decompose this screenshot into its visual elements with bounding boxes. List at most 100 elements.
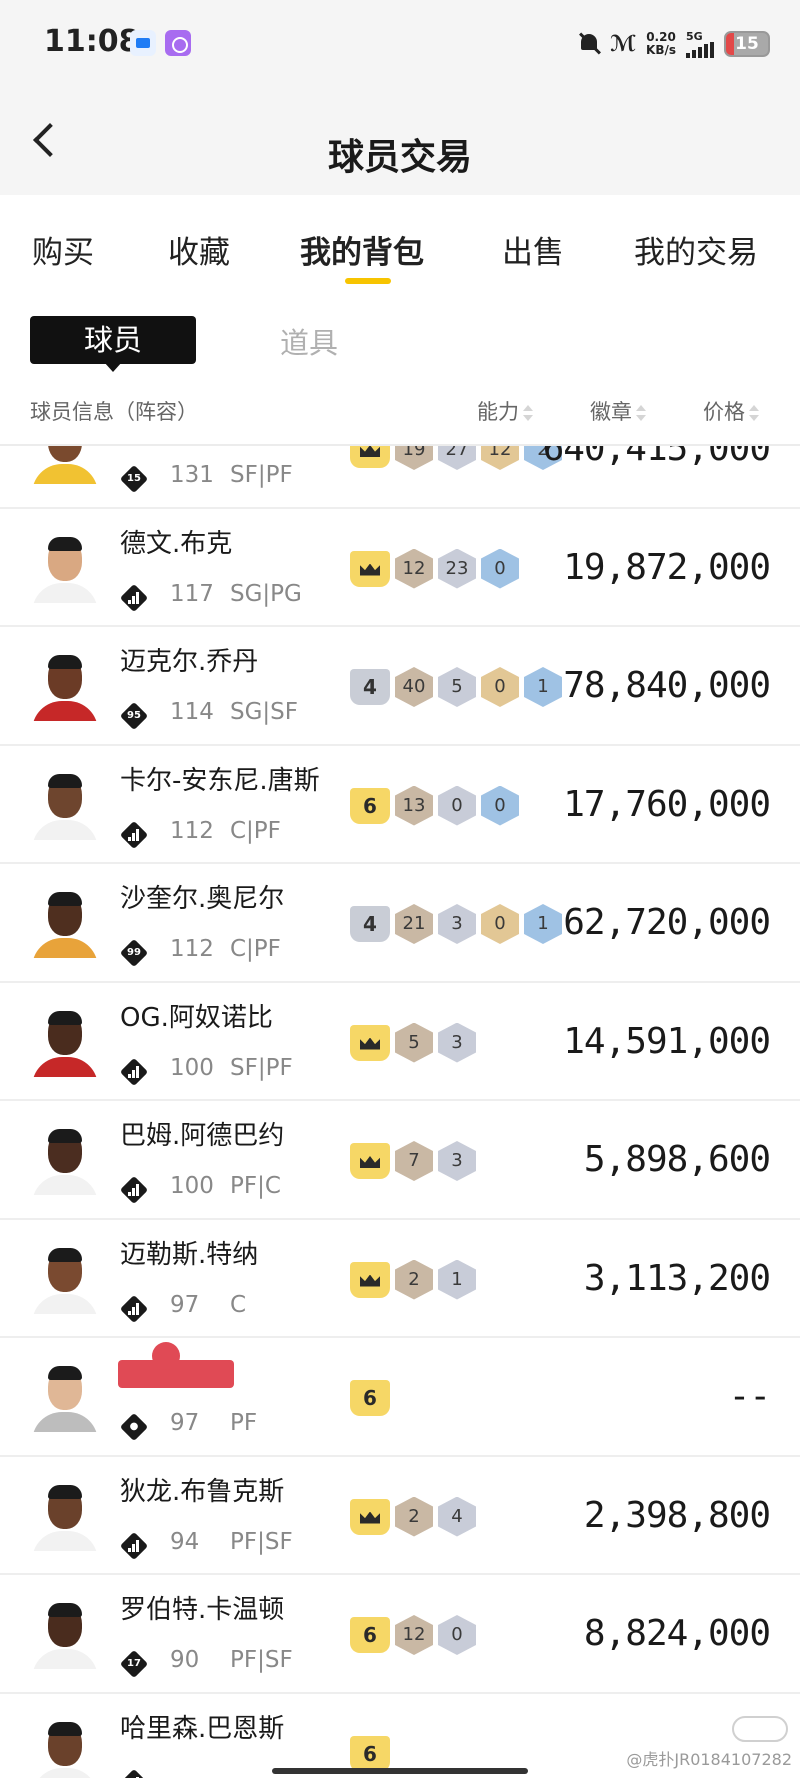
watermark: @虎扑JR0184107282 — [626, 1750, 792, 1769]
level-shield: 6 — [350, 1735, 390, 1772]
player-position: C — [230, 1291, 247, 1318]
player-row[interactable]: 德文.布克 117 SG|PG 12 23 0 19,872,000 — [0, 509, 800, 627]
player-row[interactable]: 迈克尔.乔丹 95 114 SG|SF 4 40 5 0 1 78,840,000 — [0, 627, 800, 746]
status-bar: 11:08 ℳ 0.20 KB/s 5G 15 — [0, 22, 800, 66]
badge-group: 6 12 0 — [350, 1615, 476, 1655]
app-notification-icon-2 — [165, 30, 191, 56]
player-list[interactable]: 勒布朗.詹姆斯 15 131 SF|PF 1927122 640,415,000… — [0, 446, 800, 1778]
player-name: OG.阿奴诺比 — [120, 1002, 273, 1033]
column-badges[interactable]: 徽章 — [590, 396, 646, 426]
tier-diamond-icon — [119, 1294, 149, 1323]
player-row[interactable]: 巴姆.阿德巴约 100 PF|C 73 5,898,600 — [0, 1101, 800, 1220]
tier-diamond-icon: 17 — [119, 1649, 149, 1679]
player-avatar — [30, 651, 100, 721]
player-avatar — [30, 1125, 100, 1195]
player-rating: 100 — [170, 1054, 214, 1081]
player-avatar — [30, 533, 100, 603]
column-price-label: 价格 — [703, 400, 745, 424]
player-rating: 90 — [170, 1647, 200, 1673]
player-price: 17,760,000 — [563, 783, 771, 825]
status-time: 11:08 — [44, 24, 140, 59]
badge-group: 21 — [350, 1259, 476, 1300]
player-row[interactable]: 沙奎尔.奥尼尔 99 112 C|PF 4 21 3 0 1 62,720,000 — [0, 864, 800, 983]
badge-hex-icon: 0 — [438, 785, 476, 826]
column-ability[interactable]: 能力 — [477, 396, 533, 426]
badge-hex-icon: 40 — [395, 667, 433, 707]
badge-hex-icon: 3 — [438, 904, 476, 944]
active-tab-indicator — [345, 278, 391, 284]
player-position: SG|PG — [230, 580, 302, 607]
player-position: PF|C — [230, 1173, 281, 1199]
player-row[interactable]: 勒布朗.詹姆斯 15 131 SF|PF 1927122 640,415,000 — [0, 446, 800, 509]
player-name: 德文.布克 — [120, 528, 233, 559]
app-notification-icon — [130, 30, 156, 56]
player-row[interactable]: 迈勒斯.特纳 97 C 21 3,113,200 — [0, 1220, 800, 1338]
crown-shield-icon — [350, 1261, 390, 1298]
player-price: 8,824,000 — [583, 1613, 771, 1654]
badge-hex-icon: 0 — [481, 548, 519, 589]
player-row[interactable]: ● 97 PF 6 -- — [0, 1338, 800, 1457]
home-indicator[interactable] — [272, 1768, 528, 1774]
player-position: C|PF — [230, 817, 281, 844]
badge-hex-icon: 1 — [524, 904, 562, 944]
badge-hex-icon: 5 — [438, 667, 476, 707]
column-player-info: 球员信息（阵容） — [30, 400, 198, 424]
crown-shield-icon — [350, 550, 390, 587]
badge-hex-icon: 12 — [481, 446, 519, 470]
tab-sell[interactable]: 出售 — [502, 227, 564, 272]
player-name: 巴姆.阿德巴约 — [120, 1121, 285, 1151]
badge-hex-icon: 2 — [395, 1496, 433, 1537]
tier-diamond-icon: ● — [119, 1412, 149, 1442]
player-avatar — [30, 1007, 100, 1077]
player-rating: 117 — [170, 580, 214, 607]
player-row[interactable]: 罗伯特.卡温顿 17 90 PF|SF 6 12 0 8,824,000 — [0, 1575, 800, 1694]
signal-bars-icon — [686, 41, 714, 58]
crown-shield-icon — [350, 1498, 390, 1535]
player-price: 62,720,000 — [563, 902, 771, 943]
badge-hex-icon: 23 — [438, 548, 476, 589]
badge-group: 4 40 5 0 1 — [350, 667, 562, 707]
speed-unit: KB/s — [646, 43, 676, 57]
badge-group: 19 27 12 2 — [350, 446, 562, 470]
level-shield: 4 — [350, 669, 390, 705]
player-row[interactable]: OG.阿奴诺比 100 SF|PF 53 14,591,000 — [0, 983, 800, 1101]
player-rating: 97 — [170, 1291, 200, 1318]
player-position: SF|PF — [230, 462, 293, 488]
player-rating: 112 — [170, 817, 214, 844]
crown-shield-icon — [350, 446, 390, 468]
main-tabs: 购买 收藏 我的背包 出售 我的交易 — [0, 195, 800, 295]
player-name: 哈里森.巴恩斯 — [120, 1713, 285, 1744]
player-price: 19,872,000 — [563, 546, 771, 588]
tier-number: 99 — [127, 947, 141, 958]
redaction-mark — [118, 1342, 234, 1388]
player-rating: 114 — [170, 699, 214, 725]
badge-hex-icon: 7 — [395, 1141, 433, 1181]
battery-level: 15 — [735, 34, 759, 54]
tab-my-backpack[interactable]: 我的背包 — [300, 227, 424, 272]
badge-hex-icon: 4 — [438, 1496, 476, 1537]
column-price[interactable]: 价格 — [703, 396, 759, 426]
badge-group: 6 — [350, 1378, 390, 1418]
player-name: 卡尔-安东尼.唐斯 — [120, 765, 320, 796]
tier-number: 17 — [127, 1658, 141, 1669]
badge-hex-icon: 3 — [438, 1022, 476, 1063]
player-rating: 94 — [170, 1528, 200, 1555]
player-avatar — [30, 1599, 100, 1669]
tab-buy[interactable]: 购买 — [32, 227, 94, 272]
sort-icon — [523, 404, 533, 422]
page-title: 球员交易 — [327, 137, 472, 178]
subtab-items[interactable]: 道具 — [280, 320, 338, 362]
tab-my-trades[interactable]: 我的交易 — [634, 227, 758, 272]
player-position: SG|SF — [230, 699, 299, 725]
tier-diamond-icon: 15 — [119, 464, 149, 494]
tab-favorites[interactable]: 收藏 — [168, 227, 230, 272]
player-name: 沙奎尔.奥尼尔 — [120, 884, 285, 914]
player-avatar — [30, 446, 100, 484]
level-shield: 6 — [350, 1380, 390, 1416]
tier-diamond-icon — [119, 583, 149, 612]
subtab-players[interactable]: 球员 — [30, 316, 196, 364]
badge-group: 4 21 3 0 1 — [350, 904, 562, 944]
player-price: 2,398,800 — [583, 1494, 771, 1536]
player-row[interactable]: 狄龙.布鲁克斯 94 PF|SF 24 2,398,800 — [0, 1457, 800, 1575]
player-row[interactable]: 卡尔-安东尼.唐斯 112 C|PF 6 13 0 0 17,760,000 — [0, 746, 800, 864]
